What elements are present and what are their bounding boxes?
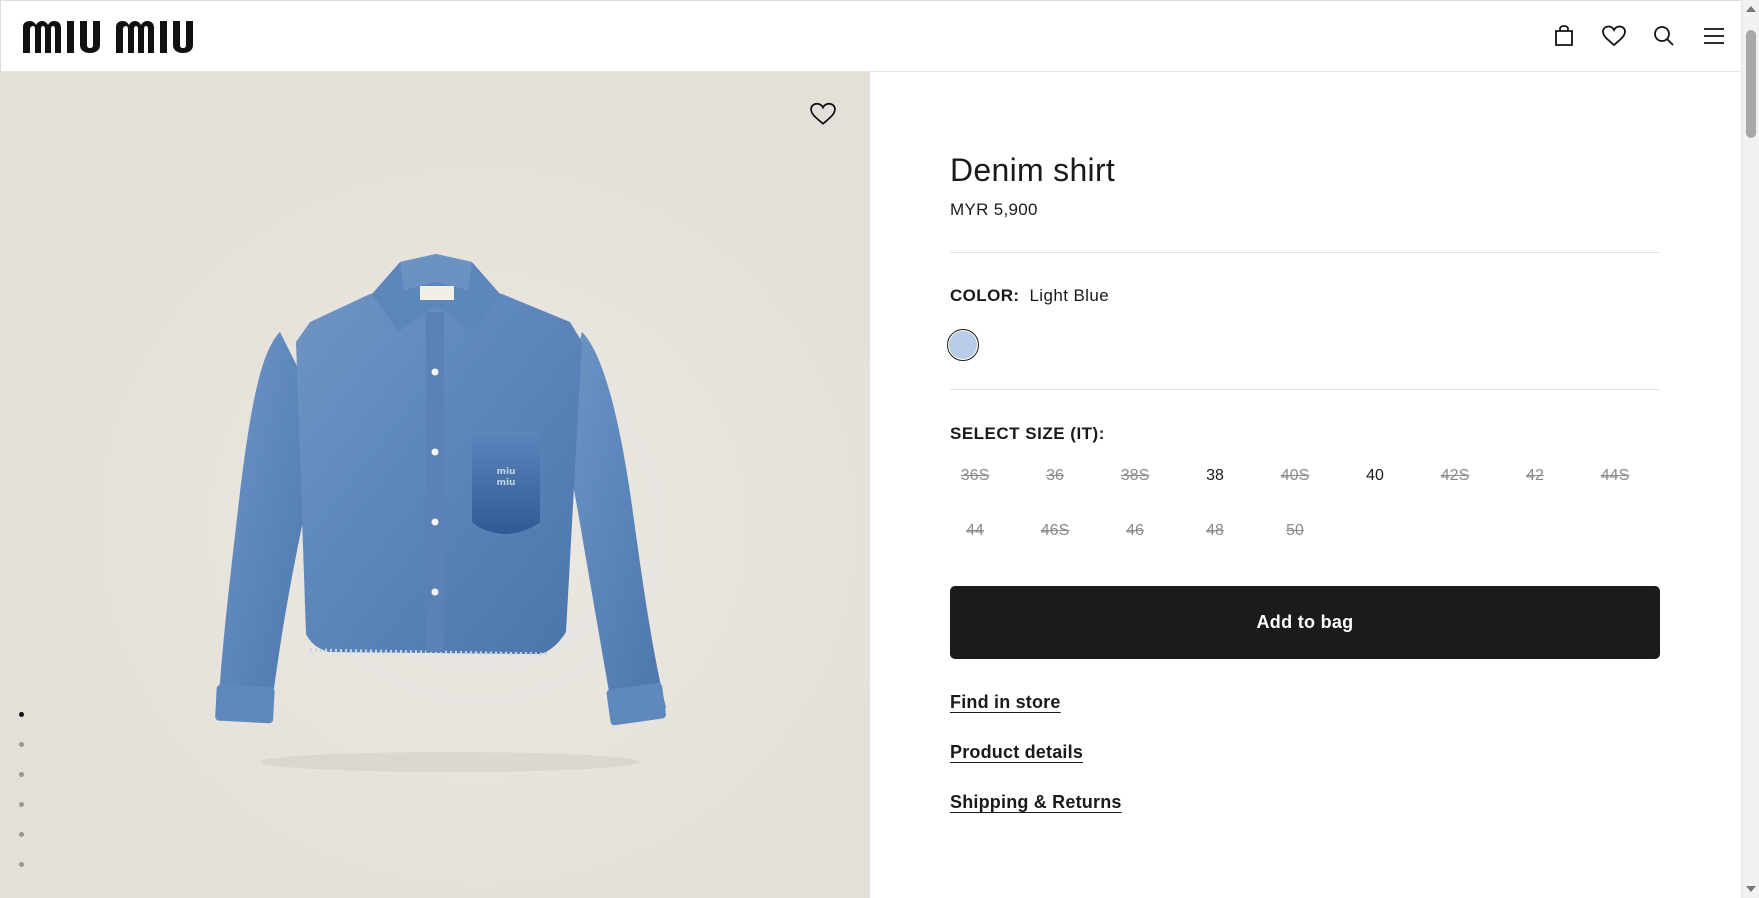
size-option[interactable]: 42S xyxy=(1430,462,1480,489)
color-value: Light Blue xyxy=(1029,286,1110,305)
size-option[interactable]: 36 xyxy=(1030,462,1080,489)
brand-logo[interactable] xyxy=(23,19,209,53)
menu-icon[interactable] xyxy=(1699,21,1729,51)
gallery-dot[interactable] xyxy=(19,712,24,717)
search-icon[interactable] xyxy=(1649,21,1679,51)
color-label: COLOR: xyxy=(950,286,1020,305)
size-option[interactable]: 50 xyxy=(1270,517,1320,544)
gallery-dot[interactable] xyxy=(19,832,24,837)
size-option[interactable]: 44S xyxy=(1590,462,1640,489)
gallery-dot[interactable] xyxy=(19,862,24,867)
product-gallery[interactable]: miu miu xyxy=(0,72,870,898)
size-selector: 36S 36 38S 38 40S 40 42S 42 44S 44 46S 46 48 50 xyxy=(950,462,1670,544)
gallery-wishlist-heart-icon[interactable] xyxy=(810,102,838,130)
product-details-link[interactable]: Product details xyxy=(950,742,1083,763)
size-option[interactable]: 38 xyxy=(1190,462,1240,489)
size-option[interactable]: 42 xyxy=(1510,462,1560,489)
gallery-dot[interactable] xyxy=(19,772,24,777)
size-option[interactable]: 40 xyxy=(1350,462,1400,489)
color-row: COLOR: Light Blue xyxy=(950,286,1109,306)
svg-text:miu: miu xyxy=(497,478,516,488)
size-option[interactable]: 48 xyxy=(1190,517,1240,544)
shipping-returns-link[interactable]: Shipping & Returns xyxy=(950,792,1122,813)
scroll-down-arrow-icon[interactable] xyxy=(1746,886,1756,892)
header-actions xyxy=(1549,21,1729,51)
color-swatch-fill xyxy=(949,331,977,359)
page-scrollbar[interactable] xyxy=(1741,0,1759,898)
svg-text:miu: miu xyxy=(497,467,516,477)
bag-icon[interactable] xyxy=(1549,21,1579,51)
gallery-pagination xyxy=(19,712,24,867)
add-to-bag-button[interactable]: Add to bag xyxy=(950,586,1660,659)
scroll-up-arrow-icon[interactable] xyxy=(1746,6,1756,12)
size-option[interactable]: 40S xyxy=(1270,462,1320,489)
size-option[interactable]: 38S xyxy=(1110,462,1160,489)
scroll-thumb[interactable] xyxy=(1746,30,1756,138)
gallery-dot[interactable] xyxy=(19,802,24,807)
size-option[interactable]: 46 xyxy=(1110,517,1160,544)
divider xyxy=(950,252,1660,253)
find-in-store-link[interactable]: Find in store xyxy=(950,692,1061,713)
site-header xyxy=(0,0,1741,72)
product-image-denim-shirt: miu miu xyxy=(215,254,666,772)
product-title: Denim shirt xyxy=(950,152,1116,188)
size-option[interactable]: 36S xyxy=(950,462,1000,489)
size-option[interactable]: 44 xyxy=(950,517,1000,544)
wishlist-heart-icon[interactable] xyxy=(1599,21,1629,51)
miu-miu-logo xyxy=(23,21,193,53)
color-swatch-light-blue[interactable] xyxy=(947,329,979,361)
gallery-dot[interactable] xyxy=(19,742,24,747)
divider xyxy=(950,389,1660,390)
size-label: SELECT SIZE (IT): xyxy=(950,424,1105,443)
size-option[interactable]: 46S xyxy=(1030,517,1080,544)
product-price: MYR 5,900 xyxy=(950,200,1038,219)
